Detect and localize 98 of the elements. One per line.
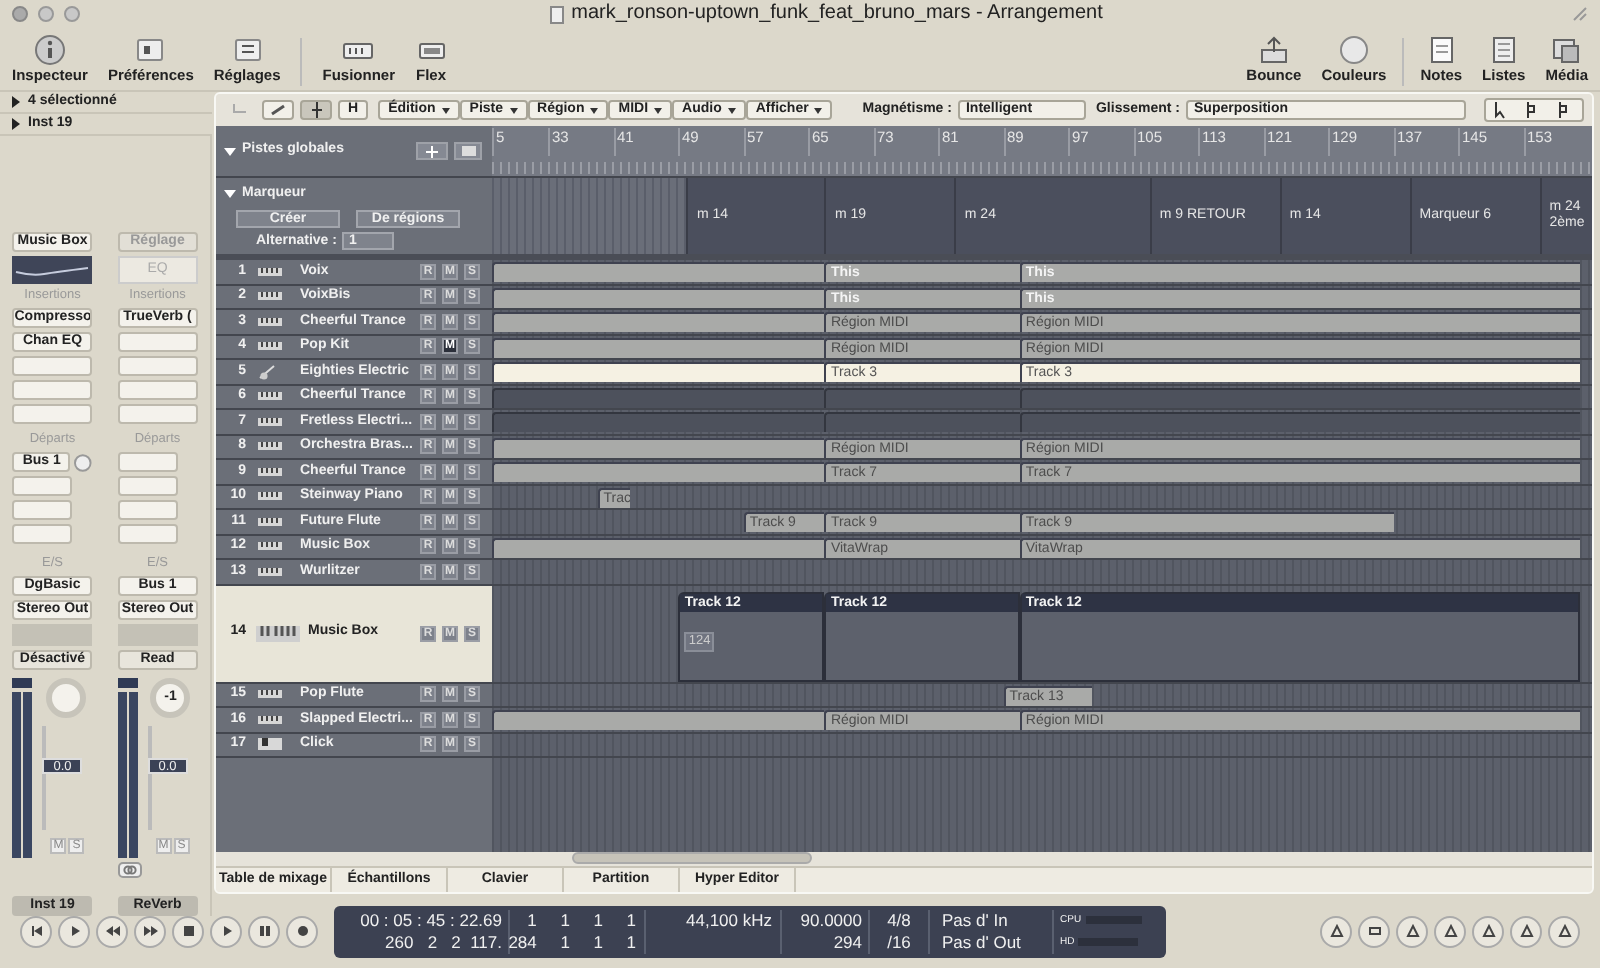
keyboard-icon — [256, 625, 300, 641]
keyboard-icon — [258, 715, 282, 724]
rewind-button[interactable] — [96, 915, 128, 947]
link-icon — [270, 104, 286, 116]
replace-button[interactable] — [1396, 915, 1428, 947]
region[interactable] — [492, 437, 825, 457]
record-button[interactable] — [286, 915, 318, 947]
caret-icon — [727, 107, 736, 113]
keyboard-icon — [258, 342, 282, 351]
link-icon[interactable] — [117, 862, 142, 878]
circle-icon — [1337, 34, 1370, 66]
metronome-button[interactable] — [1320, 915, 1352, 947]
play-button[interactable] — [210, 915, 242, 947]
region[interactable] — [492, 262, 825, 282]
region[interactable] — [492, 287, 825, 307]
signature-readout: 4/8 — [887, 909, 911, 931]
keyboard-icon — [258, 690, 282, 699]
transport-icon — [67, 924, 81, 938]
caret-icon — [590, 107, 599, 113]
transport-icon — [219, 924, 233, 938]
mode-icon — [1519, 924, 1533, 938]
keyboard-icon — [258, 267, 282, 276]
region[interactable] — [492, 312, 825, 332]
switch-icon — [134, 34, 167, 66]
keyboard-icon — [258, 417, 282, 426]
tempo-readout: 294 — [833, 931, 862, 953]
stop-button[interactable] — [172, 915, 204, 947]
link-button[interactable] — [262, 100, 294, 120]
time-readout: 00 : 05 : 45 : 22.69 — [360, 909, 502, 931]
mode-icon — [1367, 924, 1381, 938]
send-knob-icon[interactable] — [74, 453, 93, 471]
to-start-button[interactable] — [20, 915, 52, 947]
region[interactable] — [492, 537, 825, 557]
caret-icon — [654, 107, 663, 113]
caret-icon — [441, 107, 450, 113]
notepad-icon — [1425, 34, 1458, 66]
catch-button[interactable] — [300, 100, 332, 120]
transport-icon — [143, 924, 157, 938]
info-icon — [33, 34, 66, 66]
transport-icon — [257, 924, 271, 938]
keyboard-icon — [258, 292, 282, 301]
caret-icon — [814, 107, 823, 113]
position-readout: 284 1 1 1 — [508, 931, 636, 953]
time-readout: 260 2 2 117. — [385, 931, 502, 953]
eq-curve-display[interactable] — [12, 256, 93, 284]
mode-icon — [1443, 924, 1457, 938]
bounce-icon — [1257, 34, 1290, 66]
keyboard-icon — [258, 492, 282, 501]
region[interactable] — [492, 337, 825, 357]
solo-button[interactable] — [1472, 915, 1504, 947]
sync-button[interactable] — [1510, 915, 1542, 947]
keyboard-icon — [258, 542, 282, 551]
region[interactable] — [492, 462, 825, 482]
keyboard-icon — [258, 317, 282, 326]
midi-in-readout: Pas d' In — [942, 909, 1010, 931]
window-close-button[interactable] — [12, 6, 28, 22]
play-from-button[interactable] — [58, 915, 90, 947]
region[interactable] — [492, 362, 825, 382]
caret-icon — [509, 107, 518, 113]
loop-button[interactable] — [1358, 915, 1390, 947]
click-icon — [258, 738, 282, 751]
transport-icon — [105, 924, 119, 938]
empty-slot — [117, 624, 198, 646]
midi-out-readout: Pas d' Out — [942, 931, 1023, 953]
keyboard-icon — [258, 392, 282, 401]
transport-icon — [29, 924, 43, 938]
record-icon — [295, 924, 309, 938]
plus-icon — [426, 145, 438, 157]
settings-icon — [231, 34, 264, 66]
fast-forward-button[interactable] — [134, 915, 166, 947]
media-icon — [1550, 34, 1583, 66]
disclosure-triangle-icon[interactable] — [224, 188, 236, 201]
position-readout: 1 1 1 1 — [527, 909, 636, 931]
punch-button[interactable] — [1434, 915, 1466, 947]
stop-icon — [181, 924, 195, 938]
add-folder-button[interactable] — [454, 142, 482, 160]
mode-icon — [1557, 924, 1571, 938]
tempo-readout: 90.0000 — [800, 909, 862, 931]
division-readout: /16 — [887, 931, 911, 953]
keyboard-icon — [258, 567, 282, 576]
disclosure-triangle-icon[interactable] — [224, 145, 236, 157]
keyboard-icon — [258, 517, 282, 526]
empty-slot — [12, 624, 93, 646]
mode-icon — [1405, 924, 1419, 938]
mode-icon — [1481, 924, 1495, 938]
document-icon — [549, 5, 564, 23]
folder-icon — [461, 146, 475, 156]
keyboard-icon — [258, 467, 282, 476]
tuner-button[interactable] — [1548, 915, 1580, 947]
region[interactable] — [492, 710, 825, 730]
sample-rate-readout: 44,100 kHz — [686, 909, 772, 931]
pause-button[interactable] — [248, 915, 280, 947]
window-title: mark_ronson-uptown_funk_feat_bruno_mars - Arrangement — [571, 2, 1103, 26]
horizontal-scrollbar[interactable] — [572, 852, 812, 864]
add-track-button[interactable] — [416, 142, 448, 160]
keyboard-icon — [258, 442, 282, 451]
mode-icon — [1329, 924, 1343, 938]
list-icon — [1487, 34, 1520, 66]
